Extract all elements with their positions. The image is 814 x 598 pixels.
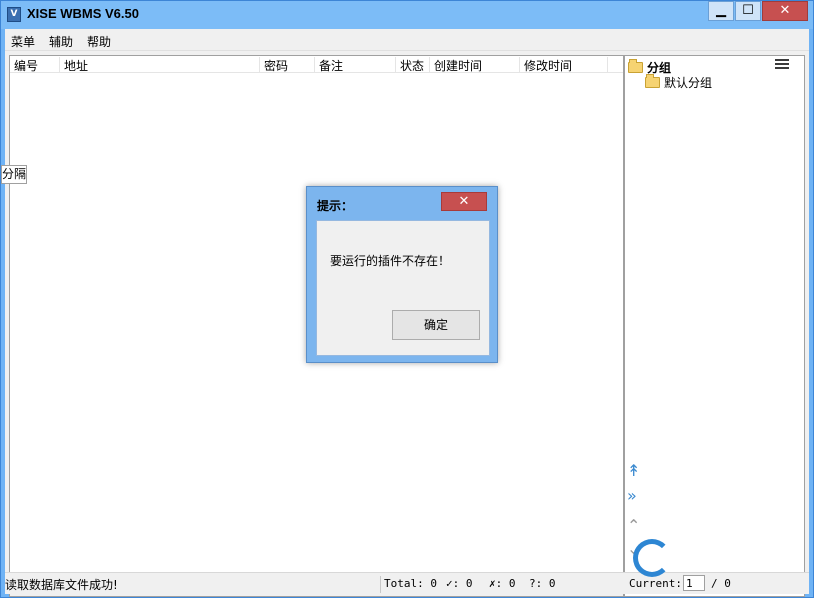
dialog-close-button[interactable]: ✕ <box>441 192 487 211</box>
ok-button[interactable]: 确定 <box>392 310 480 340</box>
column-header-status[interactable]: 状态 <box>396 57 430 73</box>
column-header-address[interactable]: 地址 <box>60 57 260 73</box>
chevron-up-icon[interactable]: ⌃ <box>627 516 640 535</box>
group-tree[interactable]: 分组 默认分组 ↟ » ⌃ ⌄ <box>624 55 805 597</box>
menu-item-menu[interactable]: 菜单 <box>11 33 35 50</box>
window-title: XISE WBMS V6.50 <box>27 6 139 21</box>
dialog-body: 要运行的插件不存在！ 确定 <box>316 220 490 356</box>
watermark-logo <box>633 535 811 579</box>
group-item-default[interactable]: 默认分组 <box>645 74 712 91</box>
maximize-button[interactable]: ☐ <box>735 1 761 21</box>
folder-icon <box>645 74 660 88</box>
menu-item-help[interactable]: 帮助 <box>87 33 111 50</box>
column-header-modified[interactable]: 修改时间 <box>520 57 608 73</box>
status-message: 读取数据库文件成功! <box>5 576 381 593</box>
column-header-id[interactable]: 编号 <box>10 57 60 73</box>
logo-ring-icon <box>633 539 671 577</box>
dialog-title: 提示： <box>317 199 354 213</box>
column-header-created[interactable]: 创建时间 <box>430 57 520 73</box>
unknown-count: ?: 0 <box>529 577 556 590</box>
list-header: 编号 地址 密码 备注 状态 创建时间 修改时间 <box>10 56 623 73</box>
column-header-extra[interactable] <box>608 57 623 73</box>
total-count: Total: 0 <box>384 577 437 590</box>
column-header-note[interactable]: 备注 <box>315 57 396 73</box>
move-top-icon[interactable]: ↟ <box>627 461 640 480</box>
side-tooltip: 分隔 <box>1 165 27 184</box>
app-window: V XISE WBMS V6.50 ▁ ☐ ✕ 菜单 辅助 帮助 编号 地址 密… <box>0 0 814 598</box>
list-view-icon[interactable] <box>775 59 789 71</box>
group-root-label: 分组 <box>647 61 672 75</box>
title-bar[interactable]: V XISE WBMS V6.50 ▁ ☐ ✕ <box>1 1 813 29</box>
minimize-button[interactable]: ▁ <box>708 1 734 21</box>
menu-bar: 菜单 辅助 帮助 <box>5 29 809 51</box>
app-icon: V <box>7 7 21 22</box>
menu-item-assist[interactable]: 辅助 <box>49 33 73 50</box>
double-chevron-right-icon[interactable]: » <box>627 486 637 505</box>
alert-dialog: 提示： ✕ 要运行的插件不存在！ 确定 <box>306 186 498 363</box>
column-header-password[interactable]: 密码 <box>260 57 315 73</box>
group-item-label: 默认分组 <box>664 76 713 90</box>
fail-count: ✗: 0 <box>489 577 516 590</box>
folder-icon <box>628 59 643 73</box>
dialog-message: 要运行的插件不存在！ <box>330 254 451 268</box>
close-button[interactable]: ✕ <box>762 1 808 21</box>
ok-count: ✓: 0 <box>446 577 473 590</box>
